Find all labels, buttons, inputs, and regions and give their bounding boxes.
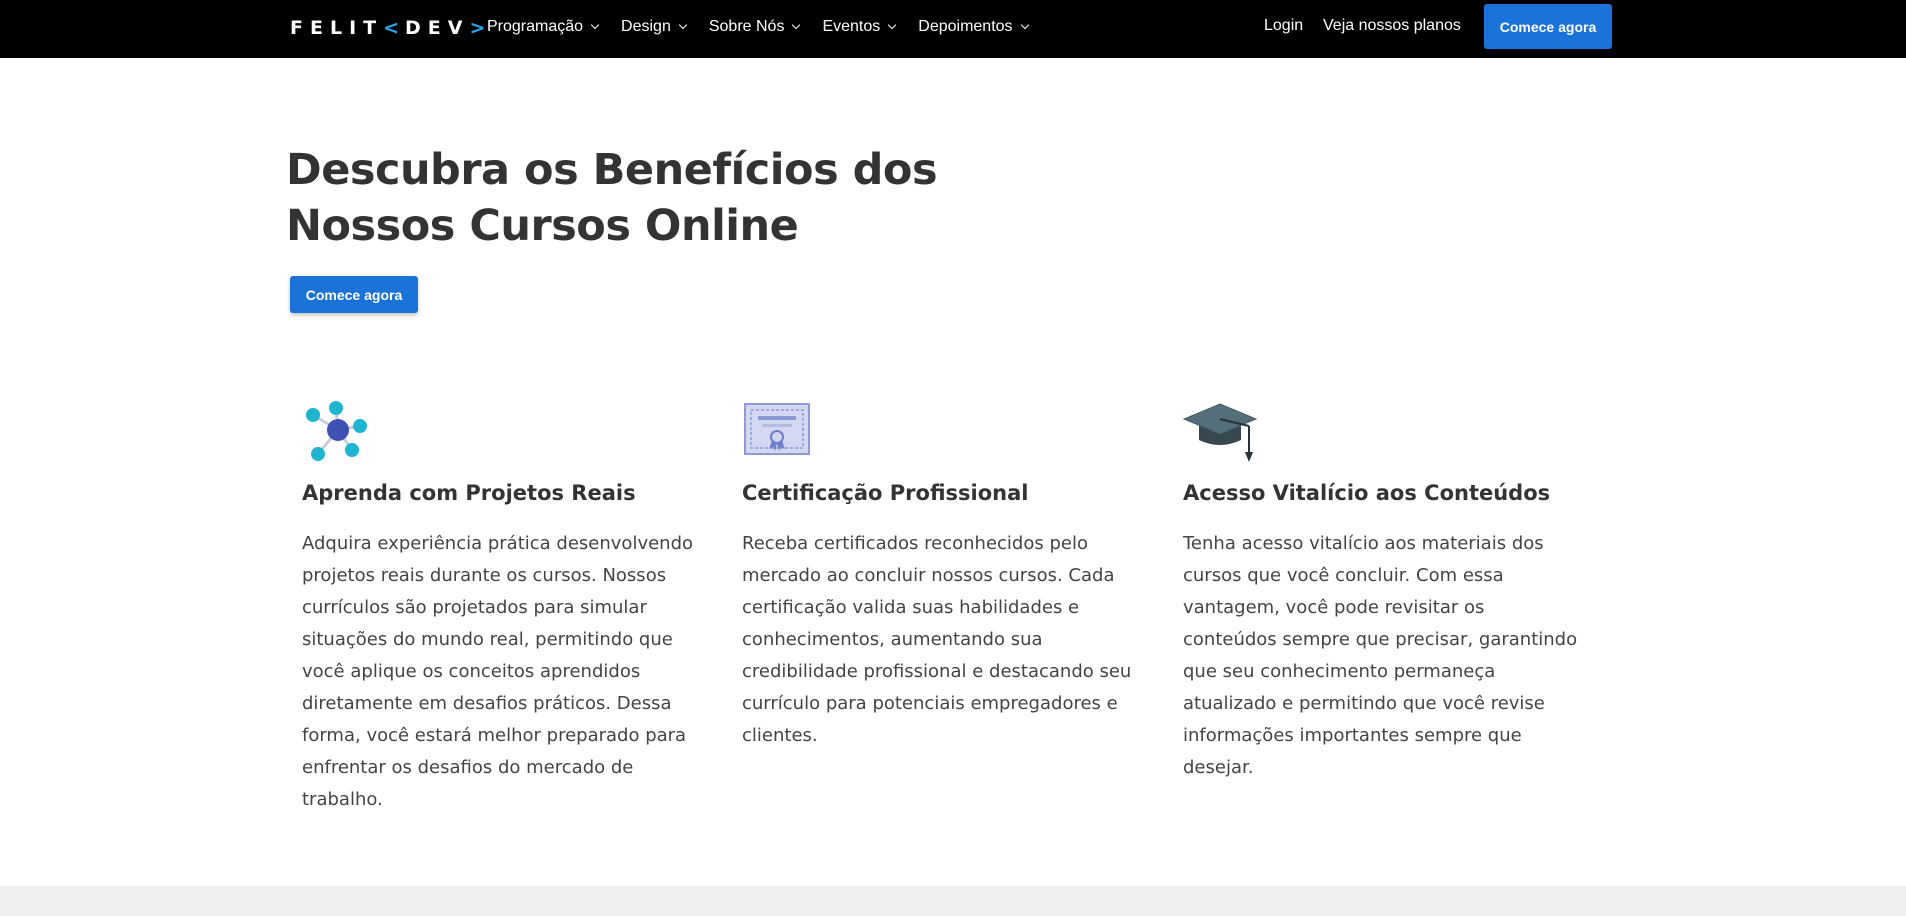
next-section-band (0, 886, 1906, 916)
login-link[interactable]: Login (1264, 17, 1303, 35)
hero-title-line-1: Descubra os Benefícios dos (286, 145, 938, 195)
feature-card-lifetime-access: Acesso Vitalício aos Conteúdos Tenha ace… (1182, 398, 1583, 784)
feature-card-projects: Aprenda com Projetos Reais Adquira exper… (302, 398, 702, 816)
certificate-icon (742, 398, 812, 464)
feature-card-certification: Certificação Profissional Receba certifi… (742, 398, 1142, 752)
logo-text-left: FELIT (290, 17, 384, 39)
feature-description: Tenha acesso vitalício aos materiais dos… (1183, 533, 1578, 778)
navbar-start-now-button[interactable]: Comece agora (1484, 4, 1612, 49)
plans-link[interactable]: Veja nossos planos (1323, 17, 1461, 35)
chevron-down-icon (792, 20, 801, 29)
feature-description: Adquira experiência prática desenvolvend… (302, 533, 694, 810)
menu-item-label: Sobre Nós (708, 17, 785, 35)
feature-description: Receba certificados reconhecidos pelo me… (742, 533, 1132, 746)
main-menu: Programação Design Sobre Nós Eventos Dep… (487, 0, 1051, 53)
chevron-down-icon (678, 20, 688, 29)
menu-item-label: Depoimentos (918, 17, 1013, 35)
hero-title-line-2: Nossos Cursos Online (286, 201, 799, 251)
chevron-down-icon (888, 20, 897, 29)
logo-bracket-open: < (383, 17, 406, 39)
logo-text-right: DEV (405, 17, 470, 39)
hero-title: Descubra os Benefícios dos Nossos Cursos… (286, 142, 986, 254)
menu-item-sobre-nos[interactable]: Sobre Nós (708, 17, 801, 36)
menu-item-label: Eventos (822, 17, 881, 35)
menu-item-depoimentos[interactable]: Depoimentos (918, 17, 1029, 36)
feature-title: Certificação Profissional (742, 481, 1029, 505)
menu-item-programacao[interactable]: Programação (487, 17, 600, 36)
feature-title: Acesso Vitalício aos Conteúdos (1183, 481, 1551, 505)
menu-item-eventos[interactable]: Eventos (822, 17, 897, 36)
top-navbar: FELIT < DEV > Programação Design Sobre N… (0, 0, 1906, 58)
network-nodes-icon (302, 398, 372, 464)
brand-logo[interactable]: FELIT < DEV > (290, 17, 491, 39)
hero-start-now-button[interactable]: Comece agora (290, 276, 418, 313)
feature-title: Aprenda com Projetos Reais (302, 481, 636, 505)
menu-item-label: Programação (487, 17, 584, 35)
graduation-cap-icon (1182, 398, 1258, 464)
chevron-down-icon (590, 20, 600, 29)
chevron-down-icon (1020, 20, 1029, 29)
menu-item-design[interactable]: Design (621, 17, 688, 36)
menu-item-label: Design (621, 17, 671, 35)
